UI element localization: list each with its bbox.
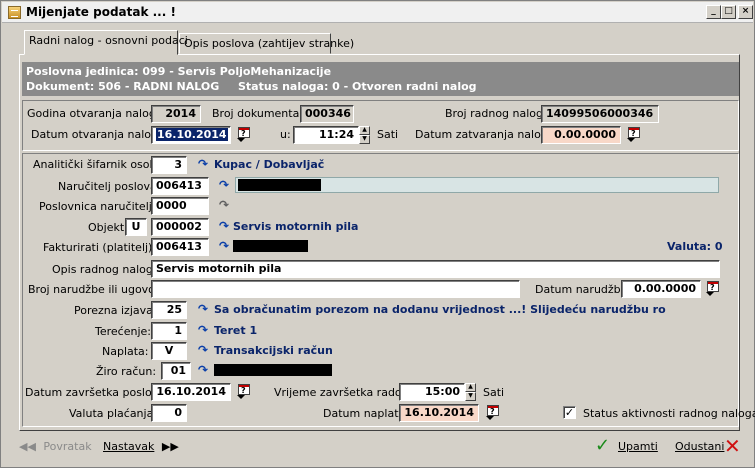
upamti-button[interactable]: ✓ Upamti — [595, 435, 658, 461]
ziro-label: Žiro račun: — [96, 365, 157, 378]
odustani-button[interactable]: Odustani ✕ — [675, 434, 745, 461]
calendar-icon[interactable] — [627, 127, 641, 142]
terecenje-text: Teret 1 — [214, 324, 258, 337]
maximize-button[interactable]: □ — [721, 5, 736, 19]
povratak-button[interactable]: ◀◀ Povratak — [19, 440, 92, 453]
objekt-label: Objekt: — [88, 221, 128, 234]
lookup-arrow-icon[interactable]: ↷ — [196, 363, 210, 377]
redacted-account — [214, 364, 332, 376]
objekt-field[interactable]: 000002 — [151, 218, 209, 236]
narucitelj-label: Naručitelj poslova: — [58, 180, 161, 193]
datum-zavrsetka-field[interactable]: 16.10.2014 — [151, 383, 231, 401]
valuta-text: Valuta: 0 — [667, 240, 723, 253]
datum-zatvaranja-label: Datum zatvaranja naloga: — [415, 128, 559, 141]
calendar-icon[interactable] — [237, 384, 251, 399]
broj-narudzbe-label: Broj narudžbe ili ugovora: — [28, 283, 170, 296]
analiticki-field[interactable]: 3 — [151, 156, 187, 174]
naplata-field[interactable]: V — [151, 342, 187, 360]
datum-narudzbe-label: Datum narudžbe: — [535, 283, 632, 296]
broj-radnog-naloga-field[interactable]: 14099506000346 — [541, 105, 659, 123]
naplata-text: Transakcijski račun — [214, 344, 333, 357]
sati-zavrsetka-label: Sati — [483, 386, 505, 399]
close-button[interactable]: × — [738, 5, 753, 19]
datum-otvaranja-field[interactable]: 16.10.2014 — [151, 126, 231, 144]
tab-osnovni-podaci[interactable]: Radni nalog - osnovni podaci — [24, 30, 188, 55]
terecenje-label: Terećenje: — [95, 325, 151, 338]
calendar-icon[interactable] — [706, 281, 720, 296]
header-status: Status naloga: 0 - Otvoren radni nalog — [238, 80, 477, 93]
vrijeme-otvaranja-field[interactable]: 11:24 — [293, 126, 359, 144]
analiticki-text: Kupac / Dobavljač — [214, 158, 325, 171]
broj-narudzbe-field[interactable] — [151, 280, 520, 298]
lookup-arrow-icon[interactable]: ↷ — [196, 323, 210, 337]
porezna-field[interactable]: 25 — [151, 301, 187, 319]
fakturirati-label: Fakturirati (platitelj): — [43, 241, 157, 254]
poslovnica-label: Poslovnica naručitelja: — [39, 200, 163, 213]
datum-zatvaranja-field[interactable]: 0.00.0000 — [541, 126, 621, 144]
ziro-field[interactable]: 01 — [161, 362, 191, 380]
header-line-1: Poslovna jedinica: 099 - Servis PoljoMeh… — [26, 65, 332, 78]
objekt-text: Servis motornih pila — [233, 220, 359, 233]
porezna-text: Sa obračunatim porezom na dodanu vrijedn… — [214, 303, 666, 316]
vrijeme-zavrsetka-label: Vrijeme završetka radova: — [274, 386, 419, 399]
u-label: u: — [280, 128, 291, 141]
datum-naplate-label: Datum naplate: — [323, 407, 409, 420]
fakturirati-field[interactable]: 006413 — [151, 238, 209, 256]
document-header: Poslovna jedinica: 099 - Servis PoljoMeh… — [22, 62, 739, 96]
redacted-name — [238, 179, 321, 191]
header-document: Dokument: 506 - RADNI NALOG — [26, 80, 220, 93]
godina-label: Godina otvaranja naloga: — [27, 107, 167, 120]
valuta-placanja-label: Valuta plaćanja: — [69, 407, 158, 420]
lookup-arrow-icon[interactable]: ↷ — [217, 239, 231, 253]
lookup-arrow-icon[interactable]: ↷ — [217, 178, 231, 192]
lookup-arrow-icon[interactable]: ↷ — [196, 302, 210, 316]
lookup-arrow-icon[interactable]: ↷ — [217, 198, 231, 212]
broj-radnog-naloga-label: Broj radnog naloga: — [445, 107, 554, 120]
opis-field[interactable]: Servis motornih pila — [151, 260, 720, 278]
minimize-button[interactable]: _ — [706, 5, 721, 19]
title-bar: Mijenjate podatak ... ! _ □ × — [2, 2, 753, 23]
vrijeme-zavrsetka-spinner[interactable]: ▲ ▼ — [465, 383, 476, 401]
dialog-window: Mijenjate podatak ... ! _ □ × Radni nalo… — [0, 0, 755, 468]
lookup-arrow-icon[interactable]: ↷ — [196, 343, 210, 357]
sati-label: Sati — [377, 128, 399, 141]
datum-narudzbe-field[interactable]: 0.00.0000 — [621, 280, 701, 298]
narucitelj-field[interactable]: 006413 — [151, 177, 209, 195]
check-icon: ✓ — [595, 435, 611, 456]
godina-field[interactable]: 2014 — [151, 105, 201, 123]
calendar-icon[interactable] — [237, 127, 251, 142]
broj-dokumenta-field[interactable]: 000346 — [300, 105, 354, 123]
status-aktivnosti-checkbox[interactable]: ✓ — [563, 406, 576, 419]
analiticki-label: Analitički šifarnik osoba: — [33, 158, 167, 171]
datum-otvaranja-label: Datum otvaranja naloga: — [31, 128, 169, 141]
datum-naplate-field[interactable]: 16.10.2014 — [399, 404, 479, 422]
vrijeme-spinner[interactable]: ▲ ▼ — [359, 126, 370, 144]
calendar-icon[interactable] — [486, 405, 500, 420]
naplata-label: Naplata: — [102, 345, 149, 358]
status-aktivnosti-label: Status aktivnosti radnog naloga — [583, 407, 755, 420]
redacted-name — [233, 240, 308, 252]
tab-opis-poslova[interactable]: Opis poslova (zahtijev stranke) — [179, 33, 354, 54]
app-icon — [8, 6, 21, 19]
lookup-arrow-icon[interactable]: ↷ — [196, 157, 210, 171]
opis-label: Opis radnog naloga: — [52, 263, 164, 276]
window-title: Mijenjate podatak ... ! — [26, 5, 176, 19]
poslovnica-field[interactable]: 0000 — [151, 197, 209, 215]
porezna-label: Porezna izjava: — [74, 304, 157, 317]
valuta-placanja-field[interactable]: 0 — [151, 404, 187, 422]
objekt-code-field[interactable]: U — [125, 218, 147, 236]
datum-zavrsetka-label: Datum završetka poslova: — [25, 386, 169, 399]
double-right-arrow-icon: ▶▶ — [161, 440, 179, 453]
nastavak-button[interactable]: Nastavak ▶▶ — [103, 440, 179, 453]
close-x-icon: ✕ — [724, 434, 741, 458]
lookup-arrow-icon[interactable]: ↷ — [217, 219, 231, 233]
double-left-arrow-icon: ◀◀ — [19, 440, 36, 453]
vrijeme-zavrsetka-field[interactable]: 15:00 — [399, 383, 465, 401]
terecenje-field[interactable]: 1 — [151, 322, 187, 340]
broj-dokumenta-label: Broj dokumenta: — [212, 107, 304, 120]
